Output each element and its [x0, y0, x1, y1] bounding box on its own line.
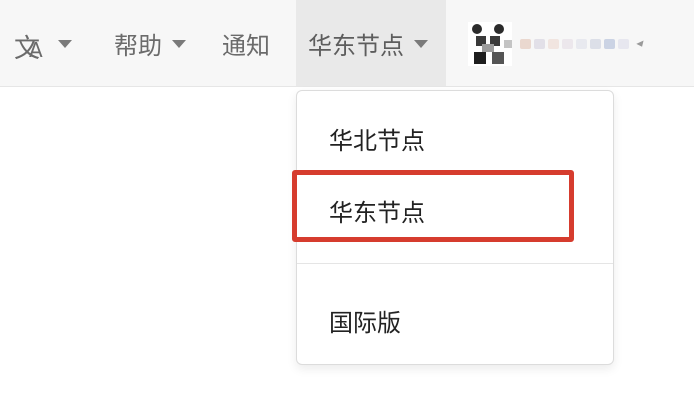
username-redacted	[520, 39, 629, 49]
region-selector[interactable]: 华东节点	[296, 0, 446, 86]
dropdown-item-label: 华东节点	[329, 198, 425, 227]
dropdown-item-label: 华北节点	[329, 126, 425, 155]
top-navigation-bar: 文A 帮助 通知 华东节点	[0, 0, 694, 87]
dropdown-item-north-china-node[interactable]: 华北节点	[297, 109, 613, 167]
region-selector-label: 华东节点	[308, 31, 404, 60]
help-menu-label: 帮助	[114, 31, 162, 60]
language-switcher[interactable]: 文A	[14, 0, 72, 86]
translate-icon: 文A	[14, 34, 43, 64]
dropdown-item-east-china-node[interactable]: 华东节点	[297, 181, 613, 239]
chevron-down-icon	[172, 40, 186, 48]
user-menu[interactable]	[468, 22, 646, 66]
notifications-link[interactable]: 通知	[222, 0, 270, 86]
dropdown-item-label: 国际版	[329, 308, 401, 337]
chevron-down-icon	[58, 40, 72, 48]
notifications-label: 通知	[222, 31, 270, 60]
dropdown-item-international[interactable]: 国际版	[297, 291, 613, 349]
chevron-down-icon	[414, 40, 428, 48]
chevron-down-icon	[636, 40, 646, 48]
dropdown-divider	[297, 263, 613, 264]
help-menu[interactable]: 帮助	[114, 0, 186, 86]
avatar	[468, 22, 512, 66]
region-dropdown-menu: 华北节点 华东节点 国际版	[296, 90, 614, 365]
